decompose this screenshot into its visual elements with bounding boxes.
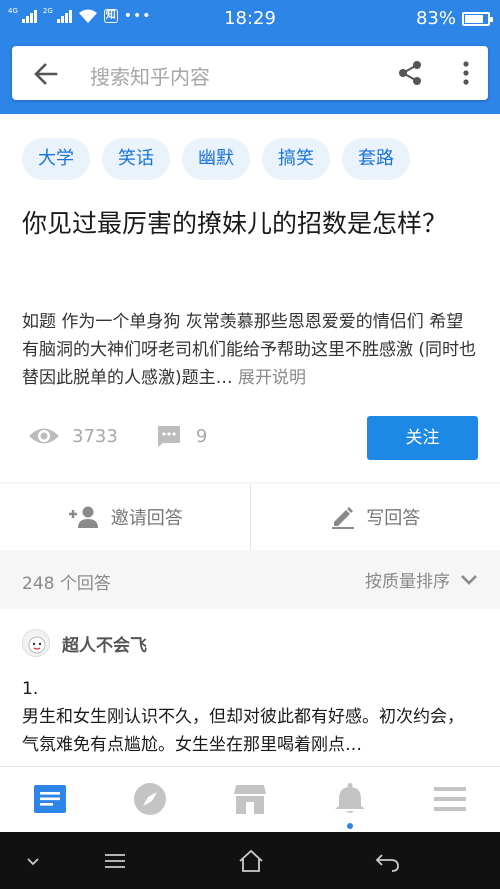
tab-notifications[interactable]: [300, 767, 400, 833]
comment-count[interactable]: 9: [196, 426, 207, 447]
recent-apps-button[interactable]: [100, 846, 130, 876]
more-vertical-icon: [463, 61, 469, 85]
add-person-icon: [68, 506, 98, 528]
write-answer-button[interactable]: 写回答: [251, 484, 500, 550]
market-icon: [234, 785, 266, 814]
answer-author[interactable]: 超人不会飞: [22, 629, 147, 657]
bottom-tab-bar: [0, 766, 500, 832]
home-icon: [239, 849, 263, 872]
question-card: 大学 笑话 幽默 搞笑 套路 你见过最厉害的撩妹儿的招数是怎样？ 如题 作为一个…: [0, 114, 500, 482]
topic-tag[interactable]: 大学: [22, 138, 90, 180]
back-nav-button[interactable]: [372, 846, 402, 876]
answer-excerpt[interactable]: 1. 男生和女生刚认识不久，但却对彼此都有好感。初次约会，气氛难免有点尴尬。女生…: [22, 675, 478, 759]
notification-dot: [347, 823, 353, 829]
tab-explore[interactable]: [100, 767, 200, 833]
question-title: 你见过最厉害的撩妹儿的招数是怎样？: [22, 209, 448, 238]
topic-tag[interactable]: 笑话: [102, 138, 170, 180]
tab-menu[interactable]: [400, 767, 500, 833]
question-stats: 3733 9: [28, 424, 207, 448]
topic-tag[interactable]: 搞笑: [262, 138, 330, 180]
share-icon: [399, 61, 421, 85]
back-button[interactable]: [32, 60, 60, 88]
more-options-button[interactable]: [452, 59, 480, 87]
chevron-down-icon: [461, 574, 477, 585]
eye-icon: [28, 425, 60, 447]
answer-count: 248 个回答: [22, 574, 111, 594]
home-button[interactable]: [236, 846, 266, 876]
topic-tags: 大学 笑话 幽默 搞笑 套路: [22, 138, 410, 180]
notification-icon: [335, 783, 365, 813]
expand-description-link[interactable]: 展开说明: [238, 368, 306, 388]
status-right: 83%: [415, 8, 493, 29]
status-bar: 4G 2G 知 ••• 18:29 83%: [0, 0, 500, 36]
share-button[interactable]: [396, 59, 424, 87]
action-row: 邀请回答 写回答: [0, 484, 500, 550]
invite-answer-button[interactable]: 邀请回答: [0, 484, 250, 550]
question-description[interactable]: 如题 作为一个单身狗 灰常羡慕那些恩恩爱爱的情侣们 希望有脑洞的大神们呀老司机们…: [22, 308, 478, 392]
comment-icon[interactable]: [156, 424, 182, 448]
feed-icon: [34, 785, 66, 813]
answer-excerpt-body: 男生和女生刚认识不久，但却对彼此都有好感。初次约会，气氛难免有点尴尬。女生坐在那…: [22, 707, 464, 755]
menu-icon: [434, 787, 466, 811]
battery-icon: [462, 11, 493, 26]
view-count: 3733: [72, 425, 118, 447]
back-icon: [375, 854, 399, 872]
chevron-down-icon: [27, 858, 39, 866]
battery-percent: 83%: [415, 8, 456, 29]
answers-header: 248 个回答 按质量排序: [0, 551, 500, 609]
write-answer-label: 写回答: [366, 508, 421, 529]
follow-button[interactable]: 关注: [367, 416, 478, 460]
system-nav-bar: [0, 832, 500, 889]
pencil-icon: [332, 507, 355, 529]
tab-market[interactable]: [200, 767, 300, 833]
topic-tag[interactable]: 套路: [342, 138, 410, 180]
search-bar[interactable]: 搜索知乎内容: [12, 46, 488, 100]
avatar[interactable]: [22, 629, 50, 657]
tab-feed[interactable]: [0, 767, 100, 833]
recent-apps-icon: [105, 854, 125, 868]
topic-tag[interactable]: 幽默: [182, 138, 250, 180]
answer-card[interactable]: 超人不会飞 1. 男生和女生刚认识不久，但却对彼此都有好感。初次约会，气氛难免有…: [0, 609, 500, 766]
sort-button[interactable]: 按质量排序: [365, 567, 478, 592]
sort-label: 按质量排序: [365, 572, 450, 592]
author-name[interactable]: 超人不会飞: [62, 631, 147, 656]
arrow-left-icon: [34, 63, 58, 85]
battery-fill: [465, 14, 484, 23]
invite-answer-label: 邀请回答: [110, 508, 183, 529]
hide-nav-button[interactable]: [18, 846, 48, 876]
explore-icon: [134, 783, 166, 815]
search-input[interactable]: 搜索知乎内容: [90, 61, 210, 90]
answer-excerpt-line: 1.: [22, 679, 39, 699]
